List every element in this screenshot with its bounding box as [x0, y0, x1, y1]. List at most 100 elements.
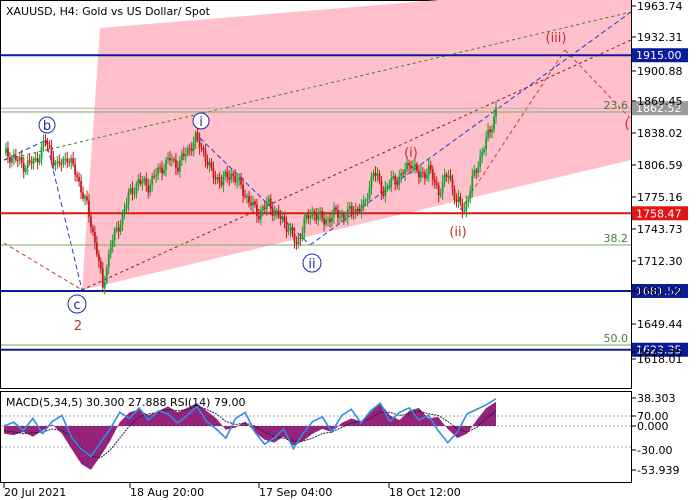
wave-label-ii: ii [308, 257, 315, 272]
y-tick-label: 1649.44 [637, 318, 683, 331]
candle-body [90, 216, 92, 228]
candle-body [62, 158, 65, 165]
candle-body [352, 212, 355, 215]
candle-body [293, 233, 296, 243]
candle-body [198, 139, 201, 148]
candle-body [319, 211, 322, 215]
candle-body [137, 179, 140, 185]
candle-body [105, 267, 108, 283]
wave-label-iii-sub: (iii) [546, 31, 567, 46]
candle-body [151, 176, 154, 185]
candle-body [119, 224, 122, 232]
candle-body [145, 178, 148, 186]
y-tick-label: 1869.45 [637, 95, 683, 108]
candle-body [356, 208, 359, 210]
candle-body [117, 227, 120, 232]
candle-body [370, 176, 373, 188]
candle-body [74, 164, 77, 175]
candle-body [12, 155, 15, 158]
candle-body [305, 214, 308, 219]
candle-body [192, 142, 195, 151]
candle-body [180, 153, 183, 161]
candle-body [412, 166, 414, 169]
candle-body [261, 208, 264, 211]
candle-body [423, 172, 426, 179]
candle-body [437, 185, 440, 196]
candle-body [218, 177, 221, 182]
candle-body [325, 219, 327, 225]
candle-body [329, 218, 331, 223]
candle-body [190, 148, 193, 151]
candle-body [390, 177, 393, 186]
candle-body [147, 185, 150, 193]
candle-body [307, 214, 310, 219]
candle-body [364, 200, 367, 202]
candle-body [80, 181, 82, 193]
candle-body [487, 129, 489, 138]
candle-body [287, 229, 290, 232]
candle-body [30, 161, 33, 164]
candle-body [26, 160, 29, 168]
x-tick-label: 20 Jul 2021 [4, 486, 66, 499]
candle-body [222, 176, 225, 186]
candle-body [68, 162, 71, 164]
candle-body [182, 153, 185, 157]
candle-body [56, 161, 59, 163]
candle-body [155, 174, 158, 177]
candle-body [204, 150, 207, 162]
candle-body [331, 216, 333, 223]
candle-body [208, 162, 211, 166]
candle-body [64, 158, 67, 160]
candle-body [425, 174, 428, 179]
candle-body [366, 198, 369, 201]
candle-body [107, 254, 110, 268]
candle-body [42, 140, 45, 147]
candle-body [248, 196, 250, 203]
candle-body [447, 175, 450, 177]
candle-body [141, 181, 144, 184]
candle-body [493, 116, 495, 130]
candle-body [376, 173, 379, 176]
candle-body [46, 141, 49, 145]
candle-body [275, 210, 278, 213]
candle-body [36, 158, 39, 163]
fib-label: 38.2 [604, 232, 629, 245]
candle-body [7, 148, 9, 157]
candle-body [400, 172, 403, 177]
candle-body [404, 169, 407, 174]
candle-body [489, 129, 491, 133]
candle-body [398, 176, 401, 185]
candle-body [14, 155, 17, 161]
candle-body [463, 210, 466, 212]
x-tick-label: 17 Sep 04:00 [259, 486, 332, 499]
candle-body [431, 169, 434, 180]
candle-body [267, 198, 270, 204]
candle-body [111, 240, 114, 247]
candle-body [84, 196, 86, 199]
candle-body [123, 209, 126, 214]
candle-body [163, 169, 165, 174]
candle-body [244, 195, 246, 197]
candle-body [368, 187, 371, 199]
y-tick-label: 1775.16 [637, 191, 683, 204]
candle-body [346, 208, 349, 218]
candle-body [481, 152, 484, 157]
indicator-y-axis: 38.30370.000.000-30.00-53.939 [631, 392, 679, 477]
indicator-title: MACD(5,34,5) 30.300 27.888 RSI(14) 79.00 [6, 396, 245, 409]
candle-body [259, 210, 262, 220]
candle-body [475, 170, 478, 173]
candle-body [491, 129, 493, 133]
candle-body [317, 214, 320, 220]
candle-body [184, 154, 187, 157]
candle-body [465, 201, 468, 211]
candle-body [173, 159, 175, 161]
candle-body [271, 208, 274, 216]
candle-body [125, 204, 128, 210]
candle-body [240, 177, 243, 185]
candle-body [362, 200, 365, 207]
candle-body [277, 210, 280, 217]
candle-body [263, 208, 266, 210]
candle-body [143, 178, 146, 182]
ind-tick-label: 38.303 [637, 392, 676, 405]
candle-body [99, 261, 102, 269]
